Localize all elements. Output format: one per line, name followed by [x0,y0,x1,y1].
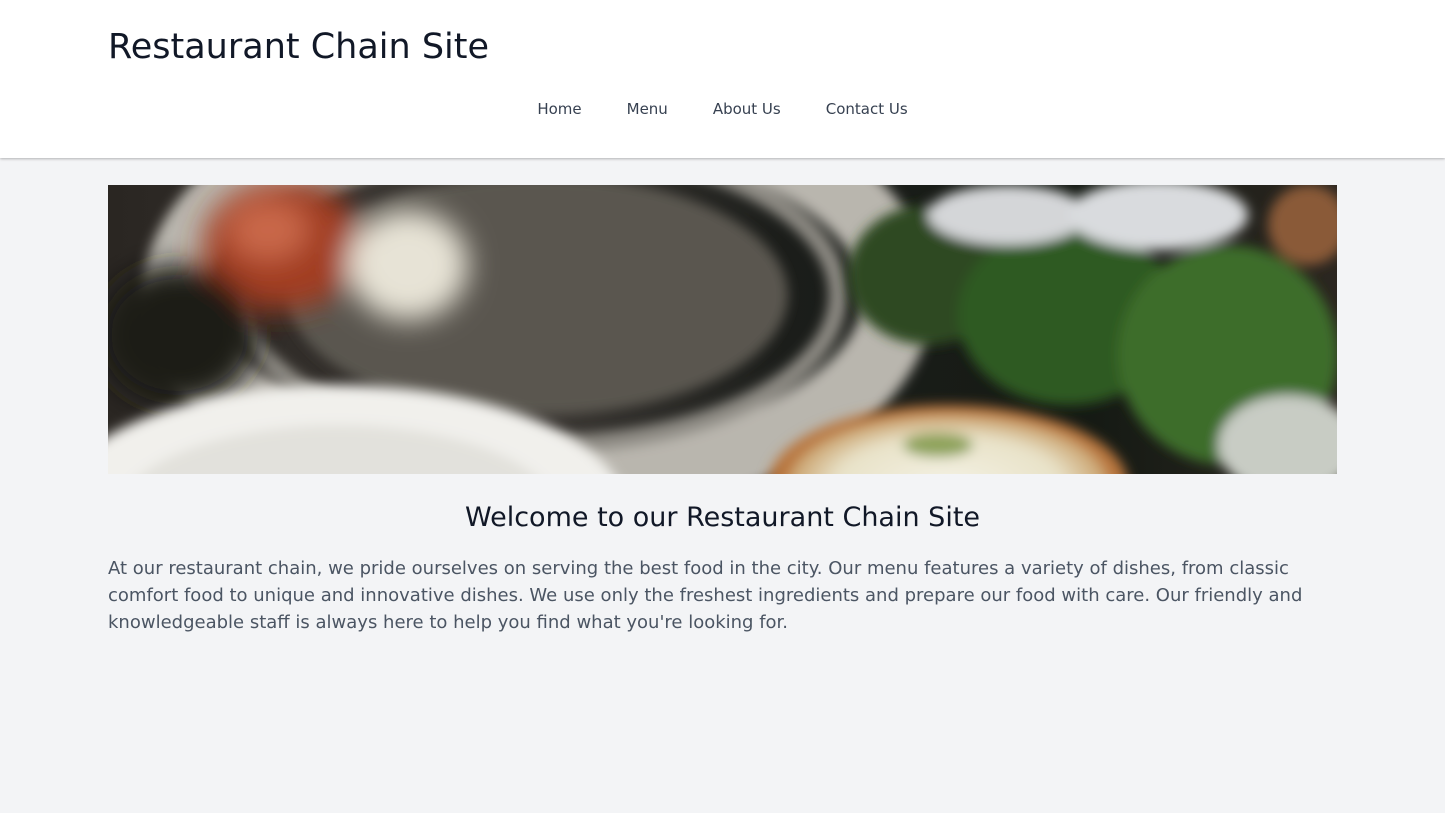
hero-image [108,185,1337,474]
nav-home-link[interactable]: Home [537,98,581,120]
hero-food-photo [108,185,1337,474]
nav-menu-link[interactable]: Menu [627,98,668,120]
site-title[interactable]: Restaurant Chain Site [108,26,489,68]
main-nav: Home Menu About Us Contact Us [0,98,1445,120]
nav-contact-link[interactable]: Contact Us [826,98,908,120]
welcome-heading: Welcome to our Restaurant Chain Site [464,502,981,533]
site-header: Restaurant Chain Site Home Menu About Us… [0,0,1445,158]
intro-paragraph: At our restaurant chain, we pride oursel… [108,558,1303,633]
nav-about-link[interactable]: About Us [713,98,781,120]
